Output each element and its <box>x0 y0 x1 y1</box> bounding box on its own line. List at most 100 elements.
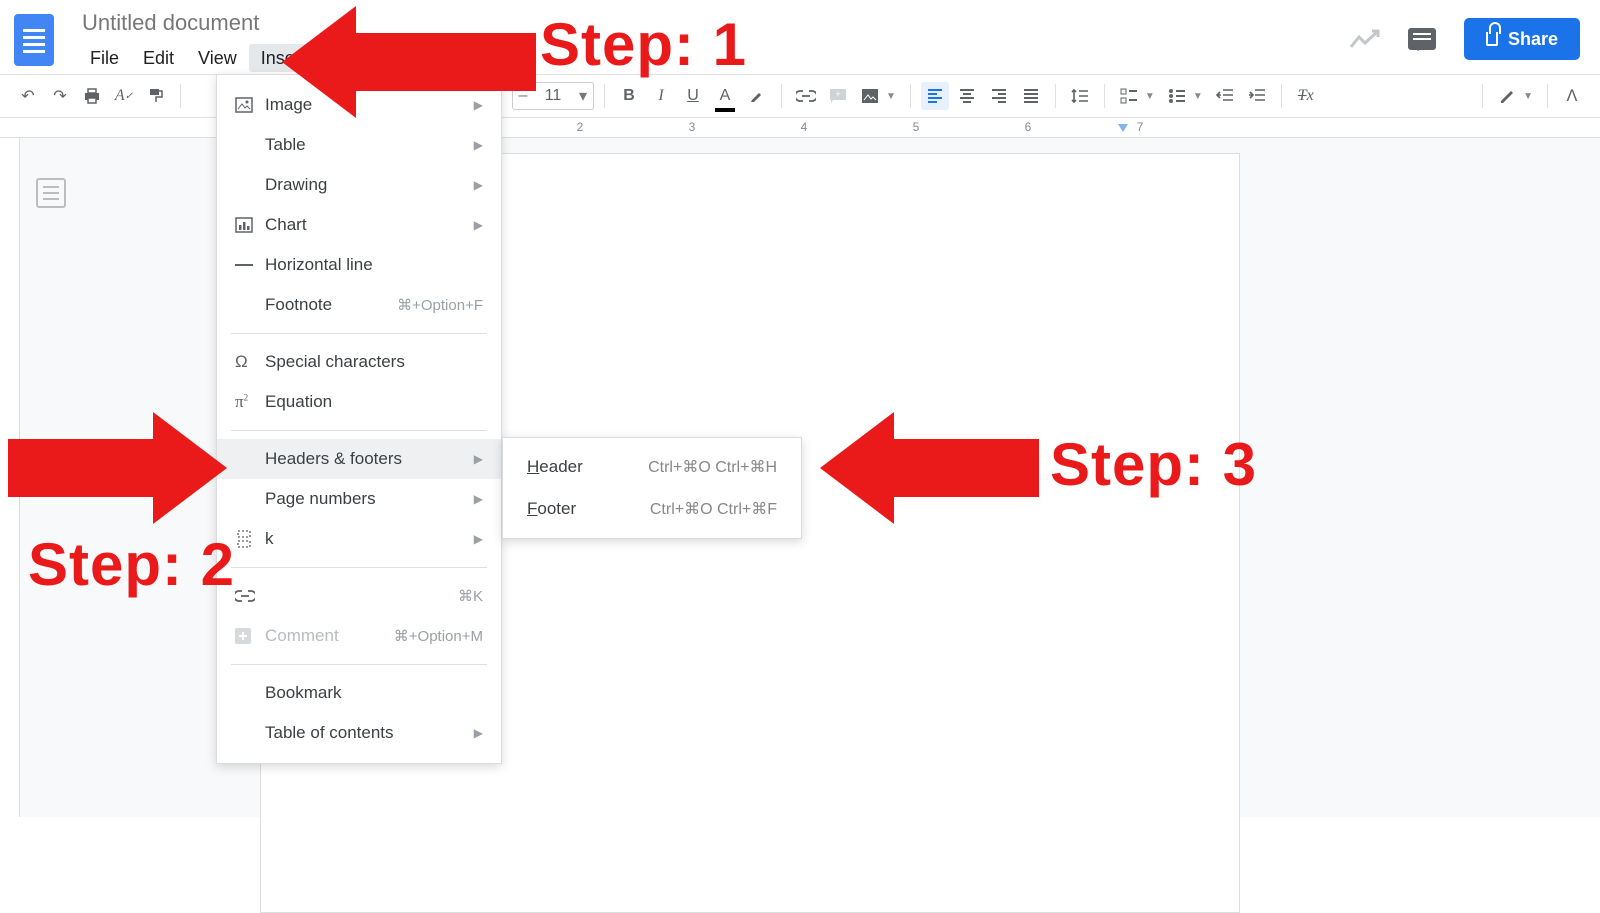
menu-item-break[interactable]: k ▶ <box>217 519 501 559</box>
toolbar-sep <box>910 84 911 108</box>
align-center-button[interactable] <box>953 82 981 110</box>
image-icon <box>235 97 265 113</box>
horizontal-line-icon <box>235 263 265 267</box>
menu-file[interactable]: File <box>78 44 131 72</box>
menu-item-equation[interactable]: π2 Equation <box>217 382 501 422</box>
menu-item-horizontal-line[interactable]: Horizontal line <box>217 245 501 285</box>
document-outline-button[interactable] <box>36 178 66 208</box>
link-icon <box>235 590 265 602</box>
align-justify-button[interactable] <box>1017 82 1045 110</box>
submenu-shortcut: Ctrl+⌘O Ctrl+⌘F <box>650 499 777 519</box>
submenu-arrow-icon: ▶ <box>474 452 483 466</box>
menu-separator <box>231 333 487 334</box>
menu-item-toc[interactable]: Table of contents ▶ <box>217 713 501 753</box>
submenu-arrow-icon: ▶ <box>474 532 483 546</box>
menu-item-page-numbers[interactable]: Page numbers ▶ <box>217 479 501 519</box>
menu-item-special-characters[interactable]: Ω Special characters <box>217 342 501 382</box>
ruler-tick: 3 <box>689 120 696 134</box>
menu-shortcut: ⌘+Option+M <box>394 627 483 645</box>
menu-item-label: Comment <box>265 626 394 646</box>
share-label: Share <box>1508 29 1558 50</box>
redo-button[interactable]: ↷ <box>46 82 74 110</box>
menu-item-bookmark[interactable]: Bookmark <box>217 673 501 713</box>
bullet-list-button[interactable] <box>1163 82 1191 110</box>
submenu-item-footer[interactable]: Footer Ctrl+⌘O Ctrl+⌘F <box>503 488 801 530</box>
menu-item-link[interactable]: ⌘K <box>217 576 501 616</box>
submenu-arrow-icon: ▶ <box>474 218 483 232</box>
menu-item-footnote[interactable]: Footnote ⌘+Option+F <box>217 285 501 325</box>
ruler-tick: 4 <box>801 120 808 134</box>
editing-mode-button[interactable] <box>1493 82 1521 110</box>
menu-separator <box>231 430 487 431</box>
outdent-button[interactable] <box>1211 82 1239 110</box>
menu-item-table[interactable]: Table ▶ <box>217 125 501 165</box>
toolbar-sep <box>1281 84 1282 108</box>
menu-item-label: Footnote <box>265 295 397 315</box>
align-left-button[interactable] <box>921 82 949 110</box>
chevron-down-icon[interactable]: ▼ <box>886 91 896 102</box>
indent-button[interactable] <box>1243 82 1271 110</box>
menu-item-headers-footers[interactable]: Headers & footers ▶ <box>217 439 501 479</box>
menu-item-label: Table <box>265 135 474 155</box>
spellcheck-button[interactable]: A✓ <box>110 82 138 110</box>
bold-button[interactable]: B <box>615 82 643 110</box>
docs-logo-icon[interactable] <box>14 14 54 66</box>
chart-icon <box>235 217 265 233</box>
pi-icon: π2 <box>235 392 265 412</box>
menu-item-label: Horizontal line <box>265 255 483 275</box>
text-color-button[interactable]: A <box>711 82 739 110</box>
vertical-ruler[interactable] <box>0 138 20 817</box>
comments-icon[interactable] <box>1408 28 1436 50</box>
toolbar-sep <box>1482 84 1483 108</box>
submenu-item-header[interactable]: Header Ctrl+⌘O Ctrl+⌘H <box>503 446 801 488</box>
menu-edit[interactable]: Edit <box>131 44 186 72</box>
insert-image-button[interactable] <box>856 82 884 110</box>
menu-item-label: Special characters <box>265 352 483 372</box>
menu-help-partial[interactable]: elp <box>510 50 534 71</box>
menu-shortcut: ⌘K <box>458 587 483 605</box>
insert-menu-dropdown: Image ▶ Table ▶ Drawing ▶ Chart ▶ Horizo… <box>216 74 502 764</box>
font-size-value[interactable]: 11 <box>533 87 573 105</box>
chevron-down-icon[interactable]: ▼ <box>1523 91 1533 102</box>
chevron-down-icon[interactable]: ▼ <box>1193 91 1203 102</box>
page-break-icon <box>235 530 265 548</box>
menu-separator <box>231 567 487 568</box>
italic-button[interactable]: I <box>647 82 675 110</box>
menu-item-drawing[interactable]: Drawing ▶ <box>217 165 501 205</box>
paint-format-button[interactable] <box>142 82 170 110</box>
checklist-button[interactable] <box>1115 82 1143 110</box>
menu-item-comment: Comment ⌘+Option+M <box>217 616 501 656</box>
clear-formatting-button[interactable]: Tx <box>1292 82 1320 110</box>
insert-comment-button[interactable]: + <box>824 82 852 110</box>
insert-link-button[interactable] <box>792 82 820 110</box>
ruler-tick: 2 <box>577 120 584 134</box>
share-button[interactable]: Share <box>1464 18 1580 60</box>
highlight-button[interactable] <box>743 82 771 110</box>
menu-view[interactable]: View <box>186 44 249 72</box>
align-right-button[interactable] <box>985 82 1013 110</box>
omega-icon: Ω <box>235 352 265 372</box>
font-size-decrease[interactable]: – <box>513 87 533 105</box>
ruler-tick: 6 <box>1025 120 1032 134</box>
menu-item-image[interactable]: Image ▶ <box>217 85 501 125</box>
font-size-control[interactable]: – 11 ▾ <box>512 82 594 110</box>
toolbar-sep <box>1104 84 1105 108</box>
menu-item-label: k <box>265 529 474 549</box>
menu-insert[interactable]: Insert <box>249 44 318 72</box>
line-spacing-button[interactable] <box>1066 82 1094 110</box>
menu-item-chart[interactable]: Chart ▶ <box>217 205 501 245</box>
print-button[interactable] <box>78 82 106 110</box>
chevron-down-icon[interactable]: ▼ <box>1145 91 1155 102</box>
undo-button[interactable]: ↶ <box>14 82 42 110</box>
submenu-arrow-icon: ▶ <box>474 178 483 192</box>
document-title[interactable]: Untitled document <box>82 10 259 36</box>
ruler-right-margin-icon[interactable] <box>1118 124 1128 132</box>
activity-icon[interactable] <box>1350 29 1380 49</box>
collapse-toolbar-button[interactable]: ᐱ <box>1558 82 1586 110</box>
menu-item-label: Page numbers <box>265 489 474 509</box>
toolbar-sep <box>1547 84 1548 108</box>
font-size-increase[interactable]: ▾ <box>573 86 593 106</box>
underline-button[interactable]: U <box>679 82 707 110</box>
lock-icon <box>1486 32 1498 46</box>
submenu-shortcut: Ctrl+⌘O Ctrl+⌘H <box>648 457 777 477</box>
